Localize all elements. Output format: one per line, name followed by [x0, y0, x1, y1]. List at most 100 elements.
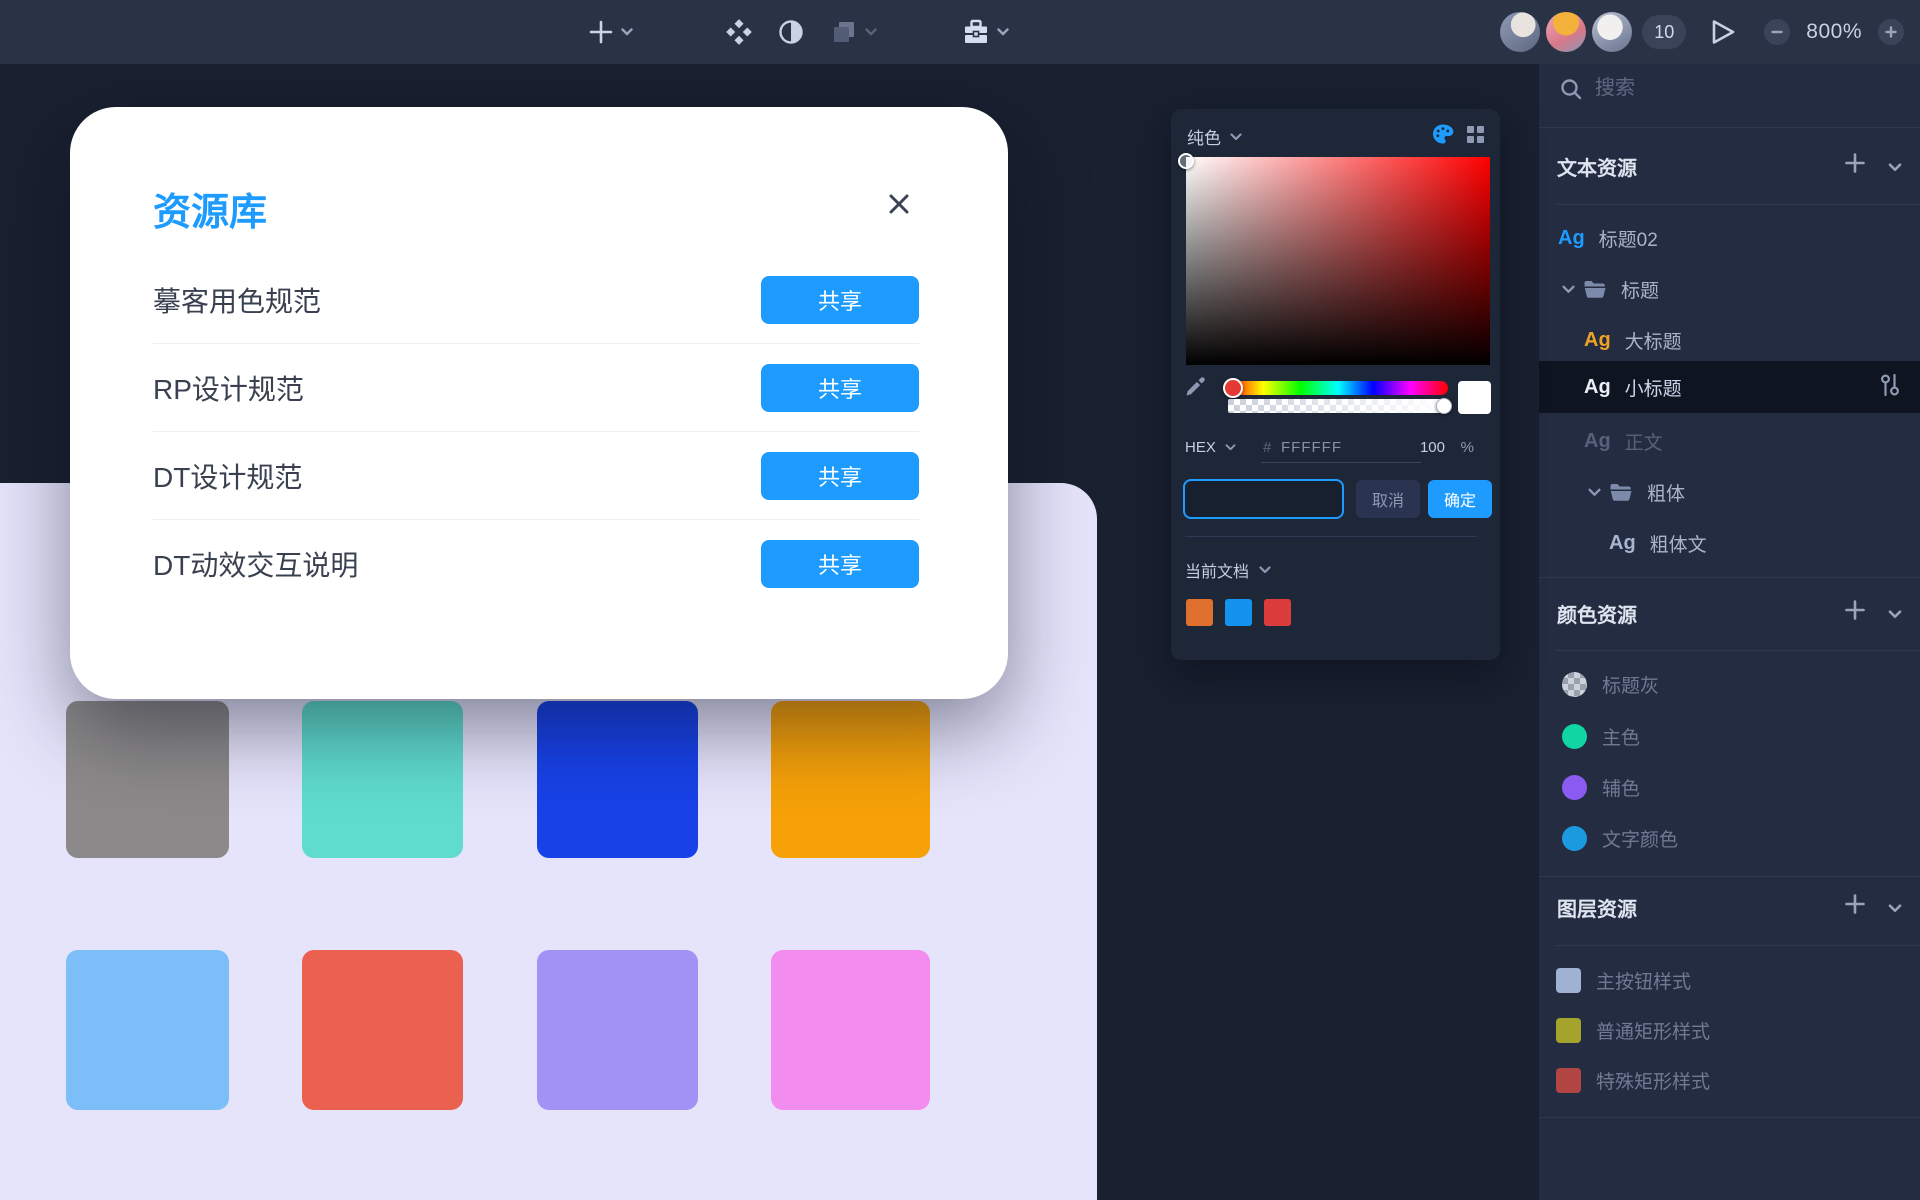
- layer-style-name: 普通矩形样式: [1596, 1017, 1710, 1044]
- collapse-layer-section-button[interactable]: [1888, 896, 1902, 919]
- color-resource-item[interactable]: 辅色: [1539, 766, 1920, 808]
- collaborator-count-badge[interactable]: 10: [1642, 15, 1686, 49]
- resource-row: RP设计规范 共享: [153, 344, 919, 432]
- color-format-select[interactable]: HEX: [1185, 439, 1236, 456]
- collaborator-avatar[interactable]: [1546, 12, 1586, 52]
- section-title: 图层资源: [1557, 893, 1637, 922]
- layer-style-swatch: [1556, 968, 1581, 993]
- share-button[interactable]: 共享: [761, 540, 919, 588]
- color-name-input[interactable]: [1183, 479, 1344, 519]
- opacity-unit: %: [1461, 439, 1474, 456]
- chevron-down-icon: [1888, 163, 1902, 172]
- hash-prefix: #: [1263, 439, 1271, 456]
- color-picker-panel: 纯色 HEX: [1171, 109, 1500, 660]
- preview-button[interactable]: [1708, 16, 1738, 48]
- insert-button[interactable]: [588, 0, 633, 64]
- resource-row: 摹客用色规范 共享: [153, 256, 919, 344]
- zoom-in-button[interactable]: [1878, 19, 1904, 45]
- layer-style-swatch: [1556, 1068, 1581, 1093]
- text-style-item[interactable]: Ag 正文: [1539, 420, 1920, 462]
- palette-icon: [1431, 122, 1455, 146]
- layer-style-item[interactable]: 特殊矩形样式: [1539, 1059, 1920, 1101]
- resource-name: DT动效交互说明: [153, 544, 358, 584]
- color-resource-item[interactable]: 标题灰: [1539, 663, 1920, 705]
- fill-mode-select[interactable]: 纯色: [1187, 124, 1242, 149]
- share-button[interactable]: 共享: [761, 364, 919, 412]
- document-color-swatch[interactable]: [1264, 599, 1291, 626]
- mask-button[interactable]: [778, 0, 804, 64]
- section-title: 文本资源: [1557, 152, 1637, 181]
- add-text-resource-button[interactable]: [1844, 152, 1866, 180]
- canvas-swatch[interactable]: [302, 701, 463, 858]
- grid-icon: [1467, 126, 1484, 143]
- group-button[interactable]: [830, 0, 877, 64]
- close-button[interactable]: [879, 184, 919, 224]
- alpha-slider[interactable]: [1228, 399, 1448, 413]
- text-style-item[interactable]: Ag 标题02: [1539, 217, 1920, 259]
- add-layer-resource-button[interactable]: [1844, 893, 1866, 921]
- current-document-select[interactable]: 当前文档: [1185, 558, 1271, 582]
- plus-icon: [588, 19, 614, 45]
- search-field[interactable]: [1560, 77, 1900, 100]
- zoom-out-button[interactable]: [1764, 19, 1790, 45]
- color-name: 文字颜色: [1602, 825, 1678, 852]
- collapse-color-section-button[interactable]: [1888, 602, 1902, 625]
- saturation-value-field[interactable]: [1186, 157, 1490, 365]
- collaborator-avatar[interactable]: [1592, 12, 1632, 52]
- share-button[interactable]: 共享: [761, 452, 919, 500]
- chevron-down-icon[interactable]: [1562, 285, 1575, 294]
- canvas-swatch[interactable]: [302, 950, 463, 1110]
- color-resource-item[interactable]: 文字颜色: [1539, 817, 1920, 859]
- canvas-swatch[interactable]: [66, 950, 229, 1110]
- confirm-button[interactable]: 确定: [1428, 480, 1492, 518]
- collaborator-avatar[interactable]: [1500, 12, 1540, 52]
- canvas-swatch[interactable]: [537, 950, 698, 1110]
- chevron-down-icon: [997, 28, 1009, 36]
- style-settings-button[interactable]: [1880, 372, 1900, 404]
- eyedropper-button[interactable]: [1183, 373, 1209, 404]
- text-style-item-selected[interactable]: Ag 小标题: [1539, 361, 1920, 413]
- layer-style-item[interactable]: 主按钮样式: [1539, 959, 1920, 1001]
- opacity-field[interactable]: 100: [1420, 439, 1445, 456]
- chevron-down-icon[interactable]: [1588, 488, 1601, 497]
- text-folder-item[interactable]: 粗体: [1539, 471, 1920, 513]
- swatch-grid-button[interactable]: [1467, 126, 1484, 148]
- hue-handle[interactable]: [1223, 378, 1243, 398]
- style-name: 小标题: [1625, 374, 1682, 401]
- hex-value-field[interactable]: FFFFFF: [1281, 439, 1342, 456]
- current-document-label: 当前文档: [1185, 558, 1249, 582]
- add-color-resource-button[interactable]: [1844, 599, 1866, 627]
- sv-handle[interactable]: [1178, 153, 1194, 169]
- color-resource-item[interactable]: 主色: [1539, 715, 1920, 757]
- resource-name: DT设计规范: [153, 456, 302, 496]
- text-style-item[interactable]: Ag 大标题: [1539, 319, 1920, 361]
- hue-slider[interactable]: [1228, 381, 1448, 395]
- resource-row: DT动效交互说明 共享: [153, 520, 919, 608]
- canvas-swatch[interactable]: [537, 701, 698, 858]
- style-name: 大标题: [1625, 327, 1682, 354]
- canvas-swatch[interactable]: [66, 701, 229, 858]
- canvas-swatch[interactable]: [771, 950, 930, 1110]
- cancel-button[interactable]: 取消: [1356, 480, 1420, 518]
- document-color-swatch[interactable]: [1225, 599, 1252, 626]
- alpha-handle[interactable]: [1436, 398, 1452, 414]
- divider: [1556, 204, 1920, 205]
- color-name: 辅色: [1602, 774, 1640, 801]
- toolbox-icon: [962, 18, 990, 46]
- toolbox-button[interactable]: [962, 0, 1009, 64]
- components-button[interactable]: [726, 0, 752, 64]
- collapse-text-section-button[interactable]: [1888, 155, 1902, 178]
- color-value-row: HEX # FFFFFF 100 %: [1185, 438, 1487, 460]
- palette-mode-button[interactable]: [1431, 122, 1455, 151]
- document-color-swatch[interactable]: [1186, 599, 1213, 626]
- section-header-layer: 图层资源: [1557, 892, 1920, 922]
- share-button[interactable]: 共享: [761, 276, 919, 324]
- close-icon: [885, 190, 913, 218]
- layer-style-item[interactable]: 普通矩形样式: [1539, 1009, 1920, 1051]
- canvas-swatch[interactable]: [771, 701, 930, 858]
- text-style-item[interactable]: Ag 粗体文: [1539, 522, 1920, 564]
- folder-name: 粗体: [1647, 479, 1685, 506]
- text-folder-item[interactable]: 标题: [1539, 268, 1920, 310]
- color-dot: [1562, 672, 1587, 697]
- search-input[interactable]: [1595, 77, 1855, 100]
